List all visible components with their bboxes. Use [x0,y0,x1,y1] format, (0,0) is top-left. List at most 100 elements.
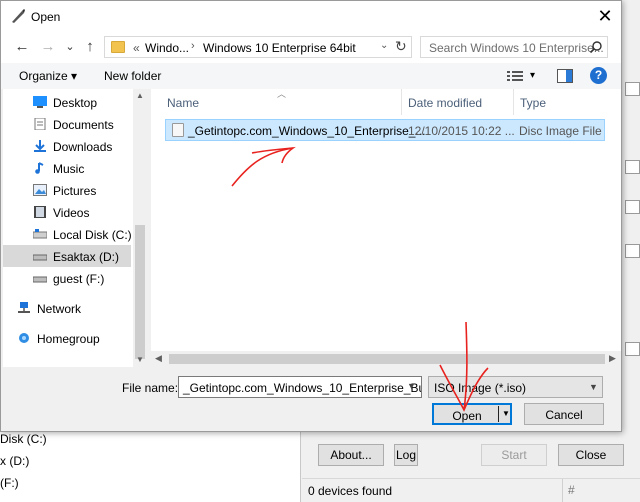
file-date-modified: 12/10/2015 10:22 ... [408,124,515,138]
column-header-date-modified[interactable]: Date modified [408,96,482,110]
file-name: _Getintopc.com_Windows_10_Enterprise_... [188,124,426,138]
breadcrumb-windows-10-enterprise[interactable]: Windows 10 Enterprise 64bit [203,41,356,55]
scroll-left-icon[interactable]: ◀ [155,353,162,364]
file-row[interactable]: _Getintopc.com_Windows_10_Enterprise_...… [165,119,605,141]
sidebar-item-documents[interactable]: Documents [3,113,131,135]
background-drive-item[interactable]: (F:) [0,476,19,490]
view-dropdown-icon[interactable]: ▾ [530,70,535,81]
dialog-title: Open [31,10,61,24]
up-arrow-icon[interactable]: ↑ [81,38,99,56]
sidebar-item-label: guest (F:) [53,272,105,286]
quill-icon [12,9,25,23]
close-button[interactable]: Close [558,444,624,466]
cancel-button[interactable]: Cancel [524,403,604,425]
cancel-button-label: Cancel [545,408,583,422]
background-drive-item[interactable]: Disk (C:) [0,432,47,446]
title-bar[interactable]: Open ✕ [1,1,621,31]
background-checkbox[interactable] [625,160,640,174]
dialog-footer: File name: _Getintopc.com_Windows_10_Ent… [1,367,621,431]
chevron-down-icon[interactable]: ▼ [589,382,598,392]
desktop-icon [33,96,47,108]
navigation-scrollbar[interactable]: ▲ ▼ [133,89,147,367]
file-type-select[interactable]: ISO Image (*.iso) ▼ [428,376,603,398]
new-folder-button[interactable]: New folder [104,69,161,83]
back-arrow-icon[interactable]: ← [13,38,31,56]
sidebar-item-label: Desktop [53,96,98,110]
start-button[interactable]: Start [481,444,547,466]
sidebar-item-label: Homegroup [37,332,100,346]
disc-image-icon [172,123,184,137]
background-checkbox[interactable] [625,200,640,214]
open-options-arrow-icon[interactable]: ▼ [502,409,510,418]
sidebar-item-desktop[interactable]: Desktop [3,91,131,113]
file-type-value: ISO Image (*.iso) [434,381,527,395]
sidebar-item-videos[interactable]: Videos [3,201,131,223]
search-icon[interactable] [589,40,603,54]
file-name-input[interactable]: _Getintopc.com_Windows_10_Enterprise_Bui… [178,376,422,398]
address-bar[interactable]: « Windo... › Windows 10 Enterprise 64bit… [104,36,412,58]
background-field[interactable] [625,342,640,356]
background-drive-item[interactable]: x (D:) [0,454,29,468]
address-dropdown-icon[interactable]: ⌄ [380,40,388,51]
drive-icon [33,229,47,239]
sidebar-item-esaktax-d[interactable]: Esaktax (D:) [3,245,131,267]
documents-icon [34,118,46,130]
breadcrumb-windows[interactable]: Windo... [145,41,189,55]
scroll-down-icon[interactable]: ▼ [136,355,144,364]
network-icon [18,302,30,313]
background-explorer-pane: Disk (C:) x (D:) (F:) [0,420,300,502]
sidebar-item-pictures[interactable]: Pictures [3,179,131,201]
background-checkbox[interactable] [625,82,640,96]
sidebar-item-homegroup[interactable]: Homegroup [3,327,131,349]
column-separator[interactable] [401,89,402,115]
breadcrumb-separator-icon[interactable]: › [191,40,195,52]
search-box[interactable]: Search Windows 10 Enterprise... [420,36,608,58]
sidebar-item-music[interactable]: Music [3,157,131,179]
navigation-pane: Desktop Documents Downloads Music Pictur… [3,89,147,367]
scroll-right-icon[interactable]: ▶ [609,353,616,364]
sidebar-item-network[interactable]: Network [3,297,131,319]
scrollbar-thumb[interactable] [135,225,145,359]
breadcrumb-overflow[interactable]: « [133,41,140,55]
videos-icon [34,206,46,218]
sidebar-item-label: Music [53,162,85,176]
sidebar-item-label: Local Disk (C:) [53,228,132,242]
file-name-value: _Getintopc.com_Windows_10_Enterprise_Bui… [183,381,422,395]
status-separator [562,479,563,502]
sidebar-item-guest-f[interactable]: guest (F:) [3,267,131,289]
close-icon[interactable]: ✕ [591,5,619,27]
sidebar-item-downloads[interactable]: Downloads [3,135,131,157]
chevron-down-icon[interactable]: ▼ [407,381,416,391]
refresh-icon[interactable]: ↻ [395,38,407,55]
column-header-name[interactable]: Name [167,96,199,110]
search-input[interactable]: Search Windows 10 Enterprise... [429,41,604,55]
view-details-icon[interactable] [507,70,523,82]
sidebar-item-label: Network [37,302,82,316]
log-button[interactable]: Log [394,444,418,466]
horizontal-scrollbar[interactable]: ◀ ▶ [151,351,621,367]
sidebar-item-label: Esaktax (D:) [53,250,120,264]
sidebar-item-local-disk-c[interactable]: Local Disk (C:) [3,223,132,245]
sidebar-item-label: Downloads [53,140,113,154]
organize-button[interactable]: Organize ▾ [19,69,77,83]
about-button[interactable]: About... [318,444,384,466]
background-field[interactable] [625,244,640,258]
status-grip-icon: # [568,483,575,497]
preview-pane-icon[interactable] [557,69,573,83]
drive-icon [33,254,47,261]
scroll-up-icon[interactable]: ▲ [136,91,144,100]
drive-icon [33,276,47,283]
scrollbar-thumb[interactable] [169,354,605,364]
folder-icon [111,41,125,53]
help-icon[interactable]: ? [590,67,607,84]
sidebar-item-label: Videos [53,206,90,220]
forward-arrow-icon[interactable]: → [39,38,57,56]
column-header-type[interactable]: Type [520,96,546,110]
recent-locations-icon[interactable]: ⌄ [61,38,79,56]
column-separator[interactable] [513,89,514,115]
navigation-bar: ← → ⌄ ↑ « Windo... › Windows 10 Enterpri… [1,31,621,63]
file-type: Disc Image File [519,124,602,138]
sidebar-item-label: Documents [53,118,114,132]
music-icon [35,162,44,174]
open-button[interactable]: Open ▼ [432,403,512,425]
